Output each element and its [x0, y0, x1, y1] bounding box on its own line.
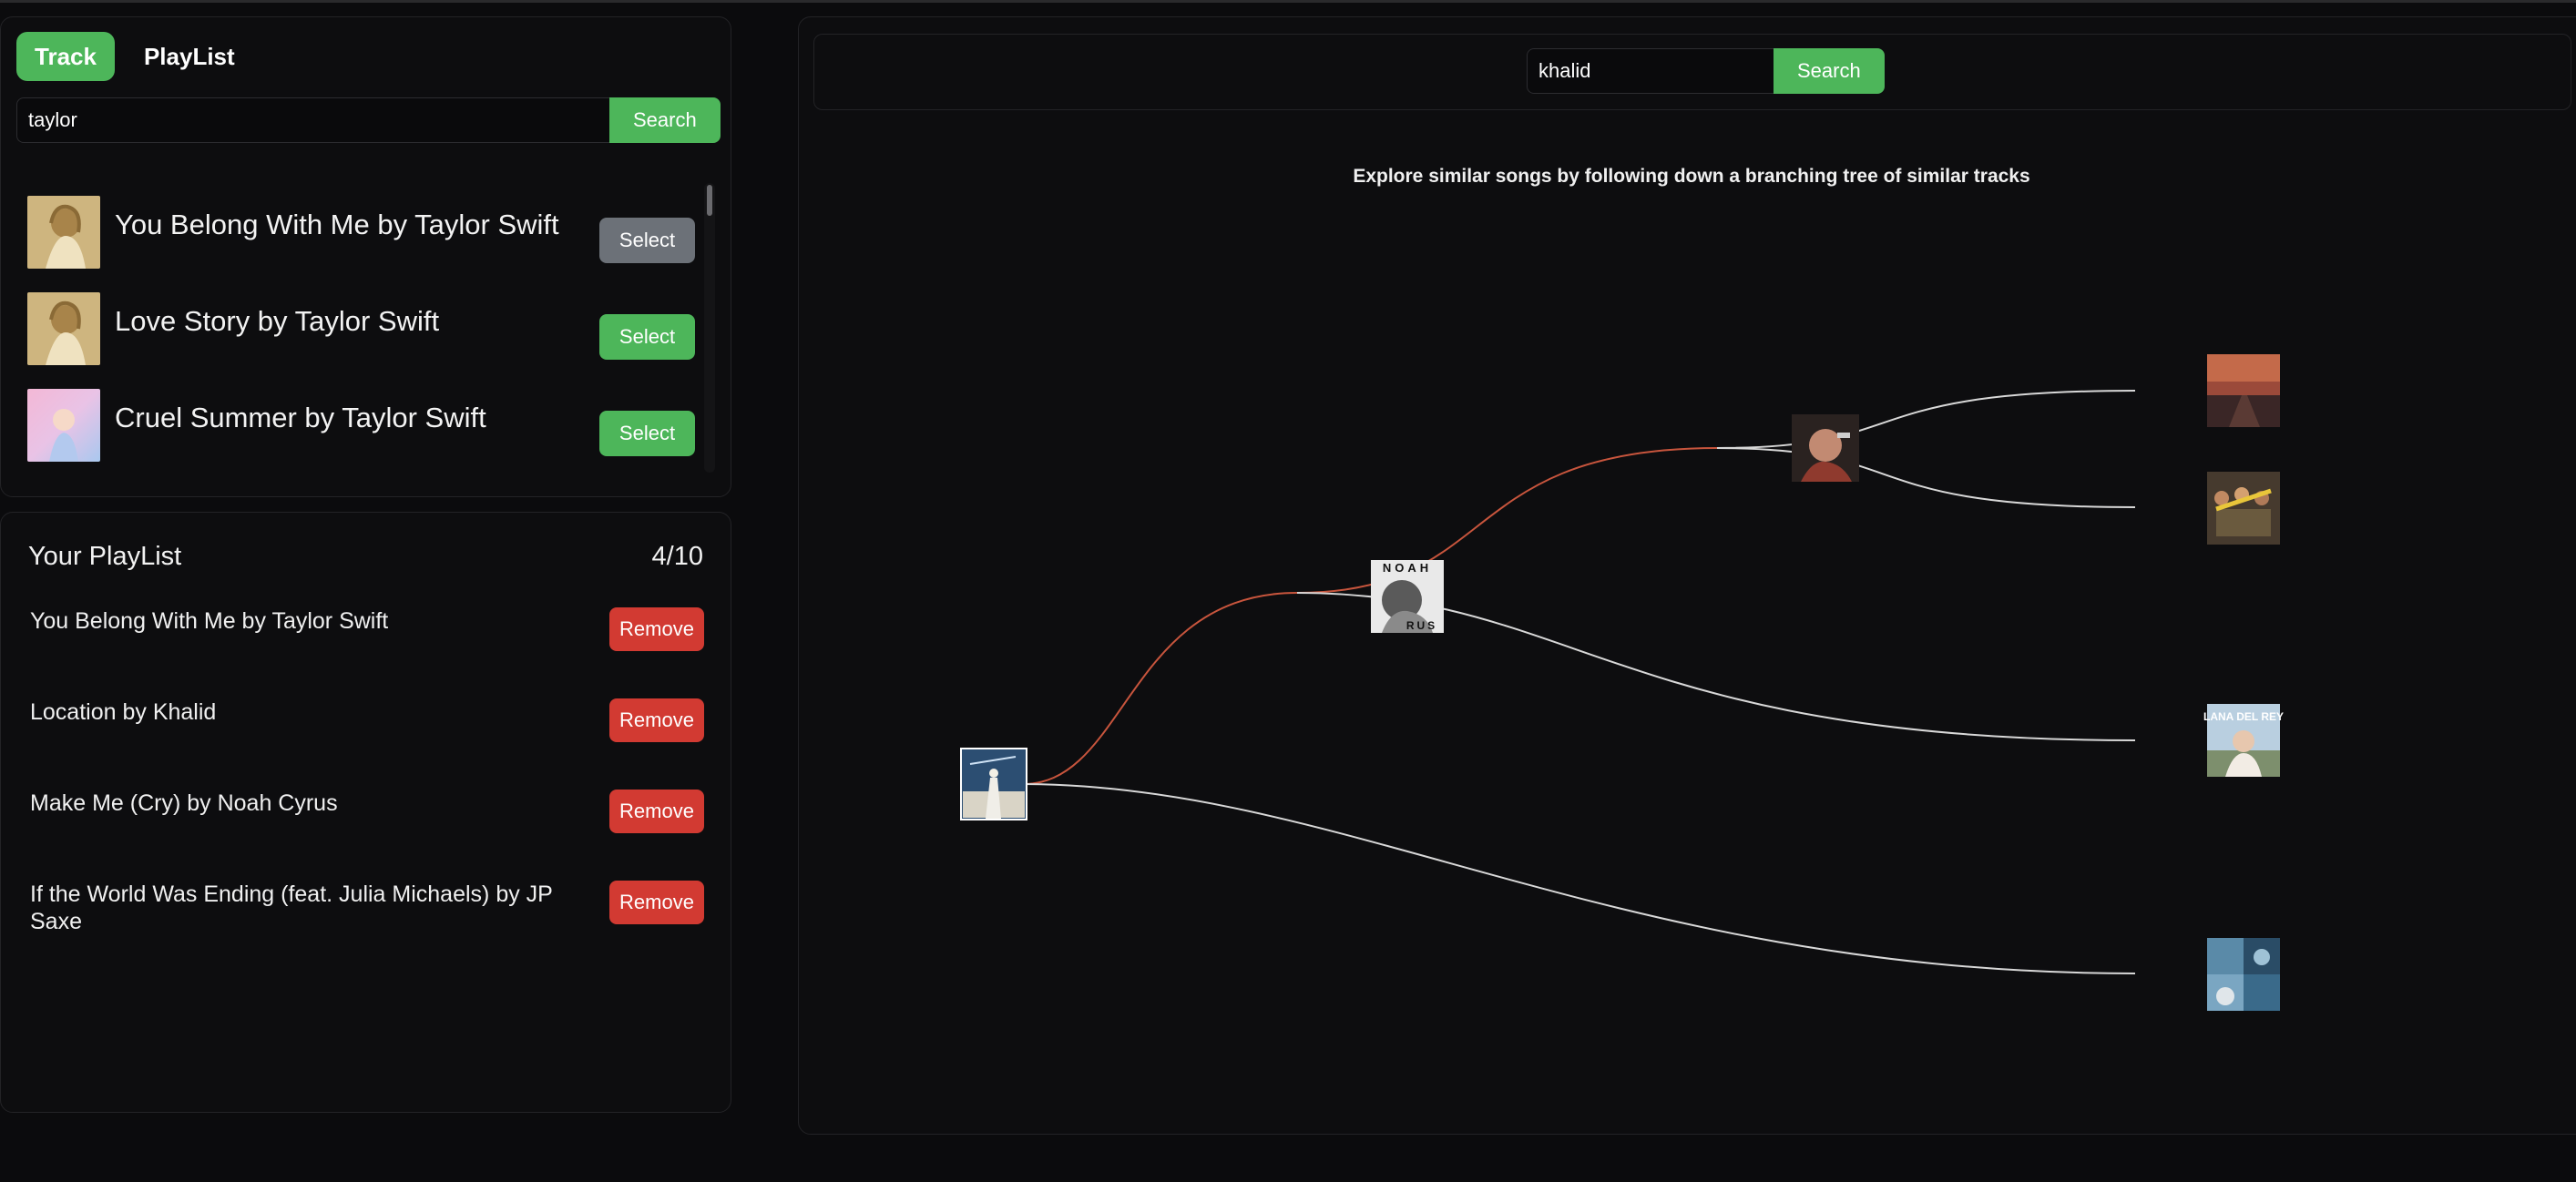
noah-cover-bottom-text: RUS	[1406, 619, 1437, 632]
track-search-panel: Track PlayList Search You Belong With Me…	[0, 16, 731, 497]
playlist-panel: Your PlayList 4/10 You Belong With Me by…	[0, 512, 731, 1113]
remove-button[interactable]: Remove	[609, 790, 704, 833]
playlist-count: 4/10	[651, 542, 703, 571]
scrollbar-thumb[interactable]	[707, 185, 712, 216]
tab-track[interactable]: Track	[16, 32, 115, 81]
playlist-item: Make Me (Cry) by Noah Cyrus Remove	[30, 790, 709, 871]
tree-link	[1022, 783, 2136, 974]
tree-node-noah-cyrus[interactable]: NOAH RUS	[1371, 560, 1444, 633]
remove-button[interactable]: Remove	[609, 698, 704, 742]
track-search-input[interactable]	[16, 97, 609, 143]
playlist-item-title: You Belong With Me by Taylor Swift	[30, 608, 389, 634]
similarity-tree: NOAH RUS LANA DEL REY	[960, 354, 2284, 1011]
tab-playlist[interactable]: PlayList	[126, 32, 253, 81]
tree-node-khalid[interactable]	[1792, 414, 1859, 482]
noah-cover-top-text: NOAH	[1383, 561, 1432, 575]
remove-button[interactable]: Remove	[609, 607, 704, 651]
lana-cover-text: LANA DEL REY	[2203, 710, 2284, 723]
tree-node-leaf-1[interactable]	[2207, 354, 2280, 427]
search-results-list: You Belong With Me by Taylor Swift Selec…	[16, 181, 718, 474]
tree-node-leaf-4[interactable]	[2207, 938, 2280, 1011]
result-title: You Belong With Me by Taylor Swift	[115, 209, 559, 240]
list-item: Cruel Summer by Taylor Swift Select	[16, 385, 709, 467]
tree-link	[1716, 390, 2136, 449]
list-item: Love Story by Taylor Swift Select	[16, 289, 709, 371]
track-search-bar: Search	[16, 97, 721, 143]
playlist-item: If the World Was Ending (feat. Julia Mic…	[30, 881, 709, 963]
list-item: You Belong With Me by Taylor Swift Selec…	[16, 192, 709, 274]
select-button[interactable]: Select	[599, 411, 695, 456]
top-edge-line	[0, 0, 2576, 3]
results-scrollbar[interactable]	[704, 183, 715, 473]
tree-link-active	[1022, 592, 1298, 785]
select-button[interactable]: Select	[599, 218, 695, 263]
tree-node-root[interactable]	[960, 748, 1027, 820]
album-cover	[27, 292, 100, 365]
remove-button[interactable]: Remove	[609, 881, 704, 924]
mode-tabs: Track PlayList	[16, 32, 253, 81]
playlist-item: You Belong With Me by Taylor Swift Remov…	[30, 607, 709, 689]
track-search-button[interactable]: Search	[609, 97, 721, 143]
tree-link	[1716, 447, 2136, 508]
tree-node-leaf-2[interactable]	[2207, 472, 2280, 545]
playlist-title: Your PlayList	[28, 542, 182, 571]
select-button[interactable]: Select	[599, 314, 695, 360]
result-title: Cruel Summer by Taylor Swift	[115, 402, 486, 433]
playlist-item-title: Make Me (Cry) by Noah Cyrus	[30, 790, 338, 816]
playlist-item: Location by Khalid Remove	[30, 698, 709, 780]
similarity-tree-panel: Search Explore similar songs by followin…	[798, 16, 2576, 1135]
result-title: Love Story by Taylor Swift	[115, 305, 440, 337]
playlist-item-title: Location by Khalid	[30, 699, 217, 725]
tree-node-leaf-3[interactable]: LANA DEL REY	[2203, 704, 2284, 777]
album-cover	[27, 196, 100, 269]
album-cover	[27, 389, 100, 462]
playlist-item-title: If the World Was Ending (feat. Julia Mic…	[30, 881, 553, 934]
tree-link-active	[1296, 447, 1718, 594]
